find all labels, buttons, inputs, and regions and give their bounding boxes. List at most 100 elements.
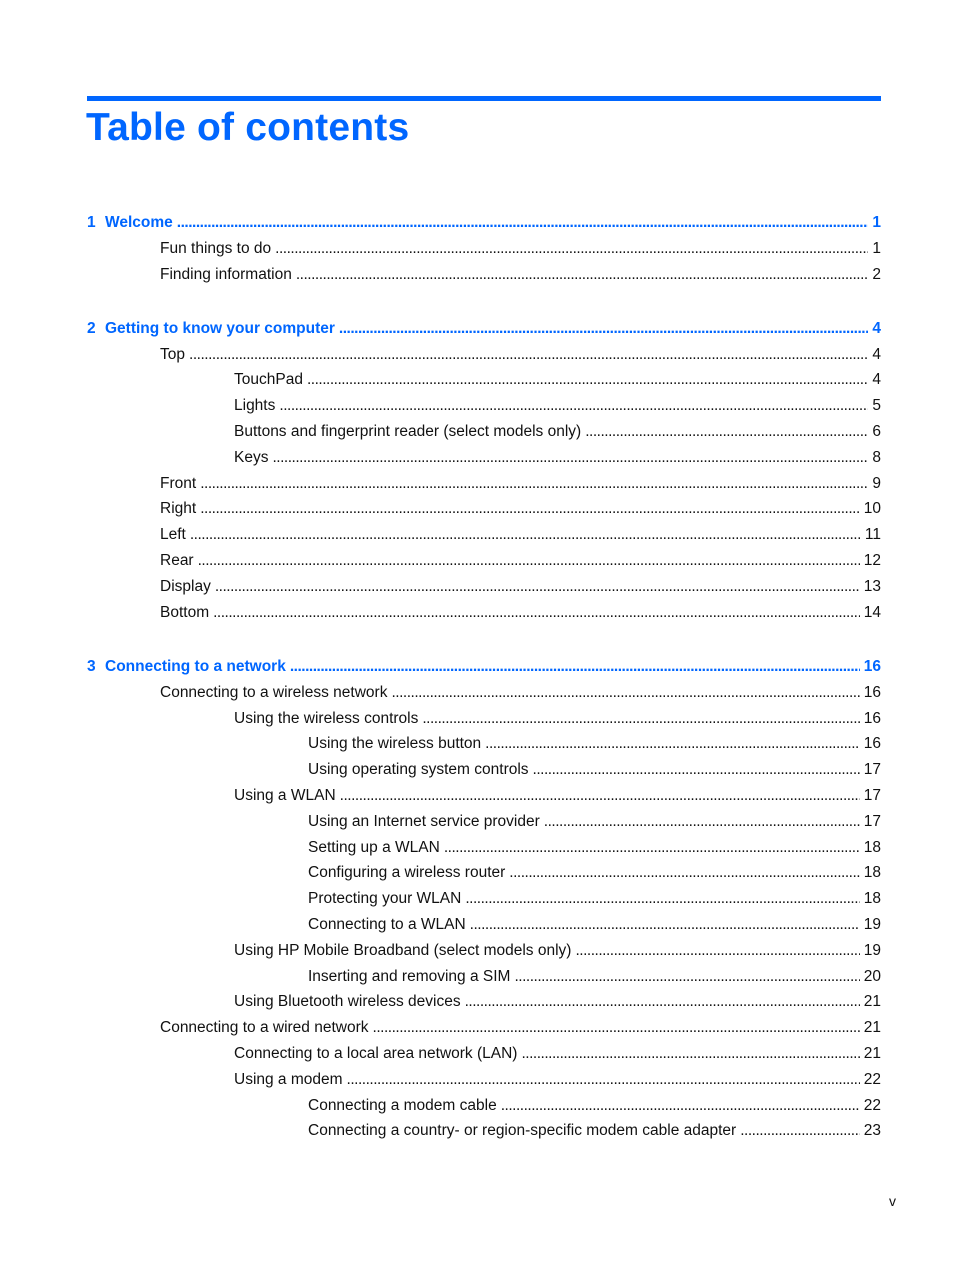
toc-entry-text: TouchPad [234,371,303,389]
toc-entry[interactable]: Connecting a modem cable 22 [87,1093,881,1119]
toc-entry-page: 4 [872,371,881,389]
toc-entry-page: 21 [863,1044,881,1062]
toc-entry-label: Display [160,574,215,600]
toc-entry[interactable]: Left 11 [87,522,881,548]
toc-entry[interactable]: Inserting and removing a SIM 20 [87,964,881,990]
dot-leader [340,783,860,809]
toc-entry-text: Connecting a country- or region-specific… [308,1122,737,1140]
toc-entry-label: Front [160,471,200,497]
toc-chapter-entry[interactable]: 1 Welcome 1 [87,210,881,236]
toc-entry-text: Top [160,345,185,363]
dot-leader [275,236,868,262]
toc-entry[interactable]: Front 9 [87,471,881,497]
toc-entry[interactable]: Connecting a country- or region-specific… [87,1118,881,1144]
toc-entry-text: Using HP Mobile Broadband (select models… [234,941,572,959]
toc-entry-text: Front [160,474,197,492]
toc-entry[interactable]: Connecting to a WLAN 19 [87,912,881,938]
toc-entry-label: Left [160,522,190,548]
toc-entry-label: Top [160,342,189,368]
dot-leader [585,419,868,445]
toc-entry[interactable]: Using operating system controls 17 [87,757,881,783]
toc-entry-text: Keys [234,448,269,466]
toc-entry[interactable]: Connecting to a wired network 21 [87,1015,881,1041]
toc-entry-page: 1 [872,239,881,257]
toc-entry[interactable]: Setting up a WLAN 18 [87,835,881,861]
toc-entry[interactable]: Connecting to a wireless network 16 [87,680,881,706]
toc-entry-page: 5 [872,397,881,415]
toc-entry[interactable]: Right 10 [87,496,881,522]
toc-entry-label: Rear [160,548,198,574]
dot-leader [200,471,868,497]
toc-entry[interactable]: Fun things to do 1 [87,236,881,262]
toc-entry-text: Rear [160,552,194,570]
toc-entry-text: Welcome [105,214,173,231]
toc-entry-label: TouchPad [234,367,307,393]
dot-leader [189,342,868,368]
toc-entry[interactable]: Using the wireless controls 16 [87,706,881,732]
toc-entry[interactable]: Buttons and fingerprint reader (select m… [87,419,881,445]
dot-leader [347,1067,860,1093]
toc-entry[interactable]: Using HP Mobile Broadband (select models… [87,938,881,964]
dot-leader [533,757,860,783]
toc-entry-text: Left [160,526,186,544]
toc-entry[interactable]: Top 4 [87,342,881,368]
toc-entry-text: Configuring a wireless router [308,864,506,882]
toc-entry[interactable]: Configuring a wireless router 18 [87,860,881,886]
toc-entry-label: Using an Internet service provider [308,809,544,835]
toc-entry-page: 18 [863,838,881,856]
toc-entry[interactable]: TouchPad 4 [87,367,881,393]
title-rule [87,96,881,101]
dot-leader [465,989,860,1015]
toc-entry[interactable]: Rear 12 [87,548,881,574]
toc-entry-page: 12 [863,552,881,570]
toc-entry-page: 21 [863,1019,881,1037]
toc-chapter-entry[interactable]: 3 Connecting to a network 16 [87,654,881,680]
dot-leader [521,1041,859,1067]
toc-entry-text: Using the wireless controls [234,709,419,727]
toc-entry-label: Keys [234,445,272,471]
toc-entry-text: Display [160,577,211,595]
toc-entry[interactable]: Bottom 14 [87,600,881,626]
toc-entry[interactable]: Using a modem 22 [87,1067,881,1093]
dot-leader [296,262,869,288]
toc-entry[interactable]: Using an Internet service provider 17 [87,809,881,835]
toc-entry-page: 22 [863,1096,881,1114]
toc-entry-label: Connecting to a WLAN [308,912,470,938]
toc-entry[interactable]: Using the wireless button 16 [87,731,881,757]
dot-leader [339,316,868,342]
dot-leader [465,886,859,912]
dot-leader [213,600,860,626]
toc-entry-page: 11 [864,526,881,544]
toc-entry-text: Connecting to a network [105,657,286,675]
toc-entry-label: Lights [234,393,279,419]
dot-leader [740,1118,860,1144]
toc-entry-label: Configuring a wireless router [308,860,509,886]
toc-entry[interactable]: Connecting to a local area network (LAN)… [87,1041,881,1067]
toc-entry-text: Getting to know your computer [105,319,335,337]
toc-entry-page: 22 [863,1070,881,1088]
chapter-number: 1 [87,214,96,231]
dot-leader [391,680,859,706]
toc-entry-label: Using the wireless controls [234,706,422,732]
toc-entry-page: 18 [863,890,881,908]
toc-entry[interactable]: Lights 5 [87,393,881,419]
toc-entry-text: Connecting a modem cable [308,1096,497,1114]
toc-entry-text: Connecting to a local area network (LAN) [234,1044,518,1062]
dot-leader [544,809,860,835]
toc-entry[interactable]: Using Bluetooth wireless devices 21 [87,989,881,1015]
toc-entry-label: Protecting your WLAN [308,886,465,912]
toc-entry[interactable]: Display 13 [87,574,881,600]
toc-chapter-entry[interactable]: 2 Getting to know your computer 4 [87,316,881,342]
toc-entry-page: 2 [872,265,881,283]
toc-entry[interactable]: Protecting your WLAN 18 [87,886,881,912]
toc-entry-text: Right [160,500,197,518]
toc-entry[interactable]: Finding information 2 [87,262,881,288]
toc-entry-label: Connecting to a local area network (LAN) [234,1041,521,1067]
toc-entry-text: Finding information [160,265,292,283]
toc-entry[interactable]: Using a WLAN 17 [87,783,881,809]
dot-leader [307,367,868,393]
toc-entry-page: 17 [863,812,881,830]
toc-entry-page: 21 [863,993,881,1011]
toc-entry-page: 14 [863,603,881,621]
toc-entry[interactable]: Keys 8 [87,445,881,471]
